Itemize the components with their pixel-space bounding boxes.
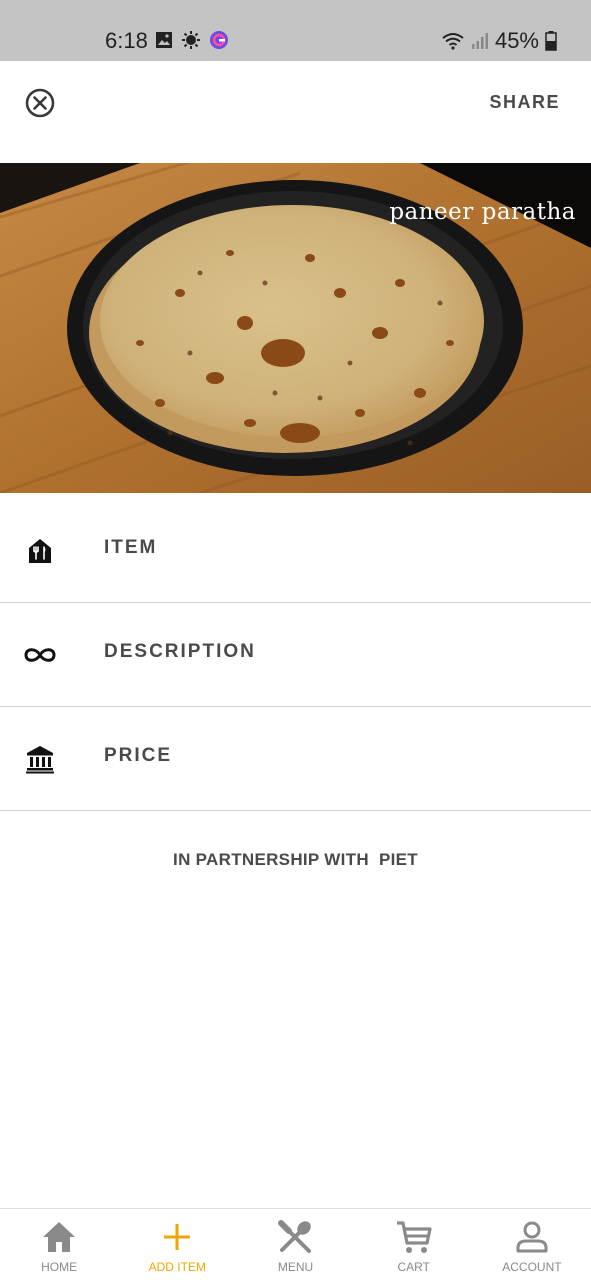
item-row[interactable]: ITEM [0,499,591,603]
wifi-icon [442,33,464,50]
nav-cart-label: CART [397,1260,430,1274]
bottom-navigation: HOME ADD ITEM MENU CART ACCOUNT [0,1208,591,1280]
description-label: DESCRIPTION [104,641,256,662]
description-row[interactable]: DESCRIPTION [0,603,591,707]
utensils-icon [276,1217,316,1257]
status-system-icons: 45% [441,28,557,54]
nav-add-item[interactable]: ADD ITEM [118,1209,236,1280]
nav-menu[interactable]: MENU [236,1209,354,1280]
partnership-text: IN PARTNERSHIP WITH PIET [173,850,418,869]
infinity-icon [20,635,60,675]
photo-caption: paneer paratha [389,199,576,225]
battery-icon [545,31,557,51]
cart-icon [394,1217,434,1257]
share-button[interactable]: SHARE [489,92,560,113]
close-circle-icon [25,88,55,118]
app-notification-icon [210,31,228,49]
signal-icon [471,33,488,49]
status-time: 6:18 [105,28,148,53]
header-bar: SHARE [0,61,591,163]
item-photo: paneer paratha [0,163,591,493]
image-icon [156,32,172,48]
nav-add-item-label: ADD ITEM [148,1260,206,1274]
nav-account-label: ACCOUNT [502,1260,562,1274]
gear-notification-icon [182,31,200,49]
bank-icon [20,739,60,779]
status-bar: 6:18 45% [0,0,591,61]
close-button[interactable] [22,85,58,121]
nav-account[interactable]: ACCOUNT [473,1209,591,1280]
nav-menu-label: MENU [277,1260,314,1274]
restaurant-icon [20,531,60,571]
nav-cart[interactable]: CART [355,1209,473,1280]
home-icon [39,1217,79,1257]
price-row[interactable]: PRICE [0,707,591,811]
price-label: PRICE [104,745,173,766]
item-label: ITEM [104,537,158,558]
nav-home-label: HOME [41,1260,78,1274]
battery-percent: 45% [494,28,539,53]
user-icon [512,1217,552,1257]
nav-home[interactable]: HOME [0,1209,118,1280]
status-notification-icons [155,30,229,50]
plus-icon [157,1217,197,1257]
